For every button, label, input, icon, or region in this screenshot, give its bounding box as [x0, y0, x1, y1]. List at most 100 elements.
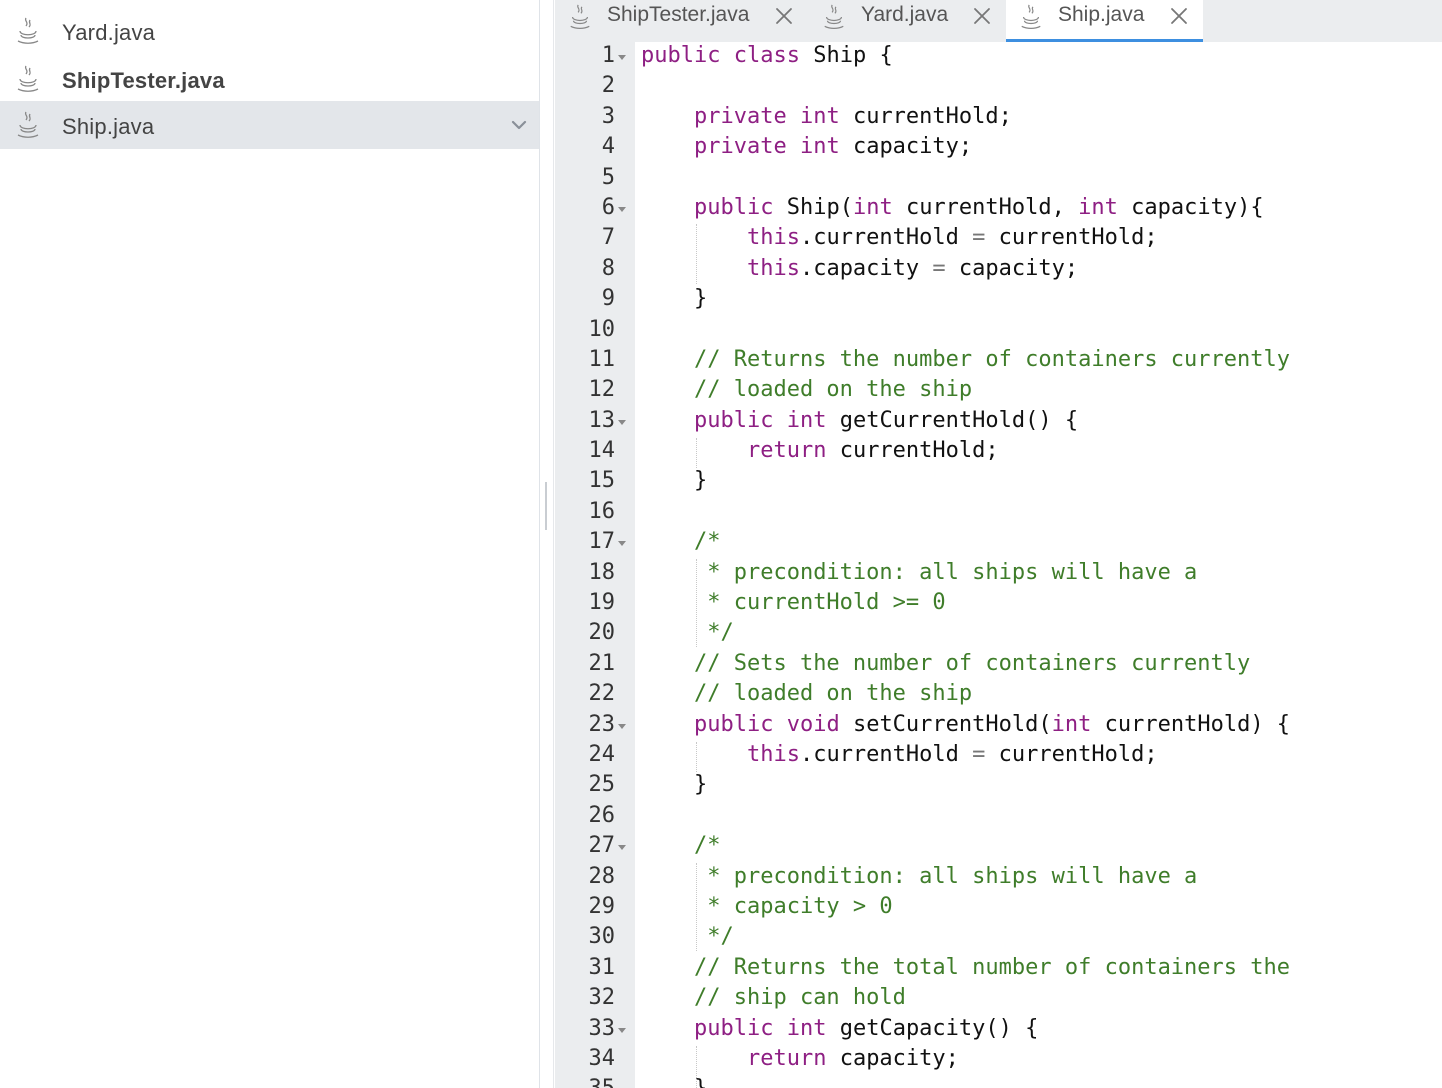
code-line[interactable]: 17 /*	[555, 528, 1442, 558]
code-token: int	[786, 407, 827, 433]
code-token: int	[1051, 711, 1092, 737]
code-line[interactable]: 28 * precondition: all ships will have a	[555, 863, 1442, 893]
code-line[interactable]: 22 // loaded on the ship	[555, 680, 1442, 710]
code-token: * precondition: all ships will have a	[693, 559, 1198, 585]
fold-toggle-icon[interactable]	[618, 419, 626, 425]
code-token: public	[693, 711, 774, 737]
code-line[interactable]: 16	[555, 498, 1442, 528]
line-number: 35	[555, 1076, 616, 1088]
pane-splitter[interactable]	[540, 0, 554, 1088]
code-line[interactable]: 12 // loaded on the ship	[555, 376, 1442, 406]
code-text: }	[641, 772, 707, 797]
code-text: // Returns the number of containers curr…	[641, 347, 1290, 372]
code-line[interactable]: 4 private int capacity;	[555, 133, 1442, 163]
code-line[interactable]: 33 public int getCapacity() {	[555, 1015, 1442, 1045]
code-token: // loaded on the ship	[693, 377, 973, 403]
fold-toggle-icon[interactable]	[618, 541, 626, 547]
code-text: public void setCurrentHold(int currentHo…	[641, 712, 1290, 737]
line-number: 4	[601, 134, 615, 160]
code-line[interactable]: 19 * currentHold >= 0	[555, 589, 1442, 619]
code-line[interactable]: 10	[555, 316, 1442, 346]
line-number: 12	[588, 377, 616, 403]
line-number: 18	[588, 559, 616, 585]
code-token: * precondition: all ships will have a	[693, 863, 1198, 889]
code-editor[interactable]: 1 public class Ship {2 3 private int curre…	[555, 42, 1442, 1088]
code-line[interactable]: 34 return capacity;	[555, 1045, 1442, 1075]
file-explorer: Yard.java ShipTester.java Ship.java	[0, 0, 540, 1088]
fold-toggle-icon[interactable]	[618, 723, 626, 729]
file-item-shiptester[interactable]: ShipTester.java	[0, 55, 539, 103]
code-line[interactable]: 27 /*	[555, 832, 1442, 862]
code-line[interactable]: 29 * capacity > 0	[555, 893, 1442, 923]
code-line[interactable]: 2	[555, 72, 1442, 102]
code-token: Ship {	[799, 43, 893, 68]
code-text: // loaded on the ship	[641, 681, 972, 706]
code-token: =	[932, 255, 946, 281]
close-icon[interactable]	[1168, 5, 1190, 27]
code-line[interactable]: 6 public Ship(int currentHold, int capac…	[555, 194, 1442, 224]
code-line[interactable]: 30 */	[555, 923, 1442, 953]
code-line[interactable]: 31 // Returns the total number of contai…	[555, 954, 1442, 984]
code-line[interactable]: 14 return currentHold;	[555, 437, 1442, 467]
indent-guide	[696, 224, 697, 284]
code-line[interactable]: 8 this.capacity = capacity;	[555, 255, 1442, 285]
code-line[interactable]: 25 }	[555, 771, 1442, 801]
line-number: 26	[588, 802, 616, 828]
fold-toggle-icon[interactable]	[618, 845, 626, 851]
code-token: return	[746, 438, 827, 464]
code-token: * capacity > 0	[693, 893, 893, 919]
splitter-grip[interactable]	[545, 482, 547, 530]
code-text: return capacity;	[641, 1046, 959, 1071]
tab-label: Yard.java	[861, 3, 949, 26]
code-token: }	[641, 772, 708, 798]
fold-toggle-icon[interactable]	[618, 55, 626, 60]
close-icon[interactable]	[971, 5, 993, 27]
code-line[interactable]: 18 * precondition: all ships will have a	[555, 559, 1442, 589]
tab-shiptester[interactable]: ShipTester.java	[555, 0, 803, 42]
code-token: currentHold,	[892, 194, 1079, 220]
code-line[interactable]: 21 // Sets the number of containers curr…	[555, 650, 1442, 680]
code-line[interactable]: 32 // ship can hold	[555, 984, 1442, 1014]
line-number: 1	[601, 43, 615, 68]
code-line[interactable]: 3 private int currentHold;	[555, 103, 1442, 133]
code-line[interactable]: 9 }	[555, 285, 1442, 315]
code-token: capacity;	[839, 134, 973, 160]
code-line[interactable]: 24 this.currentHold = currentHold;	[555, 741, 1442, 771]
chevron-down-icon[interactable]	[509, 115, 529, 135]
close-icon[interactable]	[773, 5, 795, 27]
code-token: .capacity	[799, 255, 933, 281]
code-line[interactable]: 11 // Returns the number of containers c…	[555, 346, 1442, 376]
fold-toggle-icon[interactable]	[618, 206, 626, 212]
code-line[interactable]: 7 this.currentHold = currentHold;	[555, 224, 1442, 254]
code-token: int	[786, 1015, 827, 1041]
code-token: currentHold;	[985, 741, 1158, 767]
code-text: }	[641, 1076, 707, 1088]
line-number: 7	[601, 225, 615, 251]
code-line[interactable]: 15 }	[555, 467, 1442, 497]
code-line[interactable]: 20 */	[555, 619, 1442, 649]
code-token: capacity;	[826, 1045, 959, 1071]
code-line[interactable]: 13 public int getCurrentHold() {	[555, 407, 1442, 437]
code-text: * capacity > 0	[641, 893, 893, 919]
file-item-yard[interactable]: Yard.java	[0, 7, 539, 55]
java-coffee-icon	[17, 65, 39, 92]
code-line[interactable]: 1 public class Ship {	[555, 42, 1442, 72]
tab-ship[interactable]: Ship.java	[1006, 0, 1203, 42]
code-lines[interactable]: 1 public class Ship {2 3 private int curre…	[555, 42, 1442, 1088]
tab-yard[interactable]: Yard.java	[809, 0, 1005, 42]
code-token: .currentHold	[799, 741, 973, 767]
code-line[interactable]: 5	[555, 164, 1442, 194]
fold-toggle-icon[interactable]	[618, 1027, 626, 1033]
line-number: 2	[601, 73, 615, 99]
file-item-ship[interactable]: Ship.java	[0, 101, 539, 149]
line-number: 17	[588, 529, 616, 555]
code-line[interactable]: 26	[555, 802, 1442, 832]
code-line[interactable]: 35 }	[555, 1075, 1442, 1088]
java-coffee-icon	[17, 111, 39, 138]
code-line[interactable]: 23 public void setCurrentHold(int curren…	[555, 711, 1442, 741]
